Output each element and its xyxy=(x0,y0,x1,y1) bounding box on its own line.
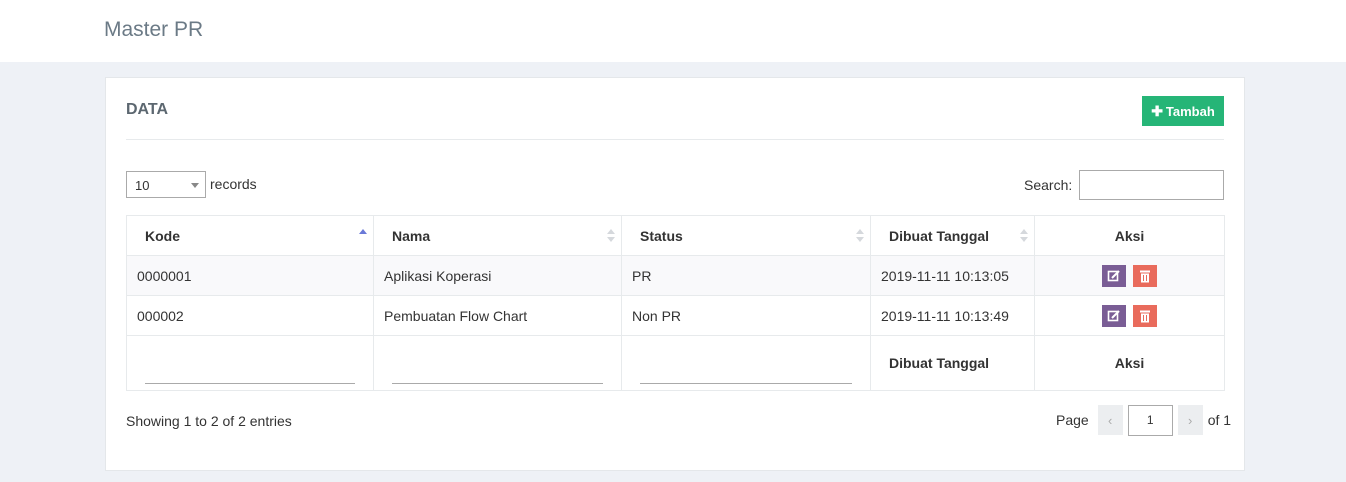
add-button-label: Tambah xyxy=(1165,103,1215,119)
records-label: records xyxy=(210,176,257,192)
table-footer-row: Dibuat Tanggal Aksi xyxy=(126,335,1225,391)
column-header-nama[interactable]: Nama xyxy=(373,215,622,256)
footer-aksi: Aksi xyxy=(1034,335,1225,391)
trash-icon xyxy=(1140,310,1151,322)
cell-nama: Aplikasi Koperasi xyxy=(373,255,622,296)
caret-down-icon xyxy=(191,183,199,188)
trash-icon xyxy=(1140,270,1151,282)
cell-dibuat-tanggal: 2019-11-11 10:13:05 xyxy=(870,255,1035,296)
next-page-button[interactable]: › xyxy=(1177,405,1203,435)
cell-aksi xyxy=(1034,295,1225,336)
footer-dibuat-tanggal: Dibuat Tanggal xyxy=(870,335,1035,391)
column-header-label: Dibuat Tanggal xyxy=(889,227,990,244)
records-length-value: 10 xyxy=(135,178,150,193)
prev-page-button[interactable]: ‹ xyxy=(1097,405,1123,435)
sort-icon xyxy=(607,229,615,243)
search-label: Search: xyxy=(1024,177,1073,193)
search-input[interactable] xyxy=(1079,170,1224,200)
column-header-kode[interactable]: Kode xyxy=(126,215,374,256)
cell-aksi xyxy=(1034,255,1225,296)
records-length-select[interactable]: 10 xyxy=(126,171,206,198)
cell-kode: 0000001 xyxy=(126,255,374,296)
table-header-row: Kode Nama Status Dibuat Tanggal Aksi xyxy=(126,215,1225,256)
delete-button[interactable] xyxy=(1133,304,1158,327)
top-bar: Master PR xyxy=(0,0,1346,62)
edit-button[interactable] xyxy=(1101,304,1126,327)
delete-button[interactable] xyxy=(1133,264,1158,287)
sort-icon xyxy=(856,229,864,243)
page-total-label: of 1 xyxy=(1207,412,1232,428)
column-header-dibuat-tanggal[interactable]: Dibuat Tanggal xyxy=(870,215,1035,256)
filter-input-nama[interactable] xyxy=(392,360,603,384)
cell-status: Non PR xyxy=(621,295,871,336)
filter-cell-kode xyxy=(126,335,374,391)
card-title: DATA xyxy=(126,101,169,118)
table-row: 000002 Pembuatan Flow Chart Non PR 2019-… xyxy=(126,295,1225,336)
filter-cell-nama xyxy=(373,335,622,391)
table-row: 0000001 Aplikasi Koperasi PR 2019-11-11 … xyxy=(126,255,1225,296)
data-card: DATA ✚ Tambah 10 records Search: Kode Na… xyxy=(105,77,1245,471)
cell-kode: 000002 xyxy=(126,295,374,336)
filter-input-status[interactable] xyxy=(640,360,852,384)
column-header-label: Status xyxy=(640,227,683,244)
edit-icon xyxy=(1107,309,1120,321)
column-header-status[interactable]: Status xyxy=(621,215,871,256)
edit-icon xyxy=(1107,269,1120,281)
filter-input-kode[interactable] xyxy=(145,360,355,384)
cell-status: PR xyxy=(621,255,871,296)
pagination: Page ‹ 1 › of 1 xyxy=(1056,404,1231,436)
cell-dibuat-tanggal: 2019-11-11 10:13:49 xyxy=(870,295,1035,336)
data-table: Kode Nama Status Dibuat Tanggal Aksi 000… xyxy=(126,215,1225,391)
cell-nama: Pembuatan Flow Chart xyxy=(373,295,622,336)
page-number-input[interactable]: 1 xyxy=(1127,404,1173,436)
column-header-label: Nama xyxy=(392,227,431,244)
sort-icon xyxy=(1020,229,1028,243)
sort-asc-icon xyxy=(359,229,367,243)
filter-cell-status xyxy=(621,335,871,391)
card-divider xyxy=(126,139,1224,140)
page-title: Master PR xyxy=(104,18,204,41)
plus-icon: ✚ xyxy=(1151,102,1163,119)
add-button[interactable]: ✚ Tambah xyxy=(1142,96,1224,126)
edit-button[interactable] xyxy=(1101,264,1126,287)
page-label: Page xyxy=(1056,412,1089,428)
table-info: Showing 1 to 2 of 2 entries xyxy=(126,413,292,429)
column-header-label: Kode xyxy=(145,227,180,244)
column-header-aksi: Aksi xyxy=(1034,215,1225,256)
